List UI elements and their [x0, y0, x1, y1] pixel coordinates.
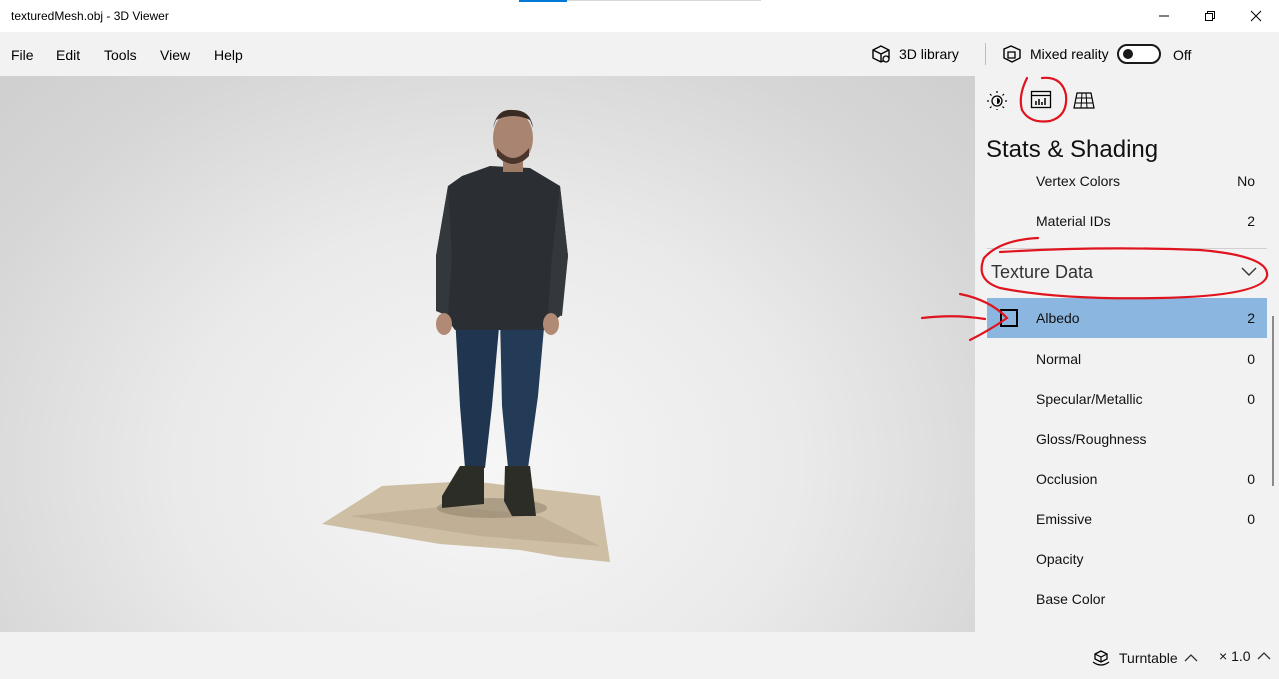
- speed-button[interactable]: × 1.0: [1219, 648, 1271, 664]
- speed-label: × 1.0: [1219, 648, 1251, 664]
- restore-icon: [1205, 11, 1215, 21]
- texture-row-opacity[interactable]: Opacity: [987, 539, 1267, 579]
- turntable-label: Turntable: [1119, 650, 1178, 666]
- 3d-model-render[interactable]: [0, 76, 975, 632]
- section-divider: [987, 248, 1267, 249]
- 3d-viewport[interactable]: [0, 76, 975, 632]
- 3d-library-button[interactable]: 3D library: [870, 42, 959, 66]
- texture-label: Emissive: [1036, 511, 1093, 527]
- stat-value: No: [1237, 173, 1255, 189]
- mixed-reality-button[interactable]: Mixed reality: [1001, 42, 1109, 66]
- stats-icon[interactable]: [1030, 90, 1054, 110]
- texture-label: Base Color: [1036, 591, 1106, 607]
- toggle-knob: [1123, 49, 1133, 59]
- mixed-reality-toggle[interactable]: [1117, 44, 1161, 64]
- grid-icon[interactable]: [1073, 90, 1097, 110]
- texture-label: Opacity: [1036, 551, 1084, 567]
- close-icon: [1250, 10, 1262, 22]
- window-title: texturedMesh.obj - 3D Viewer: [11, 9, 169, 23]
- title-bar: texturedMesh.obj - 3D Viewer: [0, 0, 1279, 32]
- texture-row-occlusion[interactable]: Occlusion 0: [987, 459, 1267, 499]
- texture-label: Specular/Metallic: [1036, 391, 1143, 407]
- texture-label: Albedo: [1036, 310, 1080, 326]
- menu-bar: File Edit Tools View Help 3D library Mix…: [0, 32, 1279, 76]
- stat-value: 2: [1247, 213, 1255, 229]
- panel-title: Stats & Shading: [986, 136, 1159, 163]
- status-bar: Turntable × 1.0: [0, 632, 1279, 679]
- title-accent: [519, 0, 567, 2]
- menu-view[interactable]: View: [160, 47, 190, 63]
- chevron-up-icon: [1257, 652, 1270, 660]
- panel-scrollbar[interactable]: [1272, 316, 1274, 486]
- texture-row-emissive[interactable]: Emissive 0: [987, 499, 1267, 539]
- texture-label: Occlusion: [1036, 471, 1098, 487]
- texture-label: Gloss/Roughness: [1036, 431, 1147, 447]
- turntable-button[interactable]: Turntable: [1091, 648, 1198, 668]
- stat-label: Vertex Colors: [1036, 173, 1121, 189]
- lighting-icon[interactable]: [986, 90, 1010, 110]
- texture-data-header[interactable]: Texture Data: [991, 262, 1093, 283]
- texture-row-base-color[interactable]: Base Color: [987, 579, 1267, 619]
- turntable-icon: [1092, 650, 1110, 666]
- toggle-state-label: Off: [1173, 47, 1192, 63]
- minimize-button[interactable]: [1141, 0, 1187, 32]
- texture-value: 0: [1247, 391, 1255, 407]
- title-divider: [567, 0, 761, 1]
- menu-edit[interactable]: Edit: [56, 47, 80, 63]
- chevron-down-icon[interactable]: [1241, 267, 1257, 277]
- stat-row-material-ids: Material IDs 2: [987, 201, 1267, 241]
- minimize-icon: [1159, 15, 1169, 17]
- texture-label: Normal: [1036, 351, 1082, 367]
- 3d-library-label: 3D library: [899, 46, 959, 62]
- texture-value: 0: [1247, 511, 1255, 527]
- texture-row-albedo[interactable]: Albedo 2: [987, 298, 1267, 338]
- mixed-reality-label: Mixed reality: [1030, 46, 1109, 62]
- cube-library-icon: [872, 45, 890, 63]
- texture-row-normal[interactable]: Normal 0: [987, 339, 1267, 379]
- albedo-checkbox[interactable]: [1000, 309, 1018, 327]
- stats-shading-panel: Stats & Shading Vertex Colors No Materia…: [975, 76, 1279, 632]
- stat-label: Material IDs: [1036, 213, 1111, 229]
- texture-value: 2: [1247, 310, 1255, 326]
- stat-row-vertex-colors: Vertex Colors No: [987, 161, 1267, 201]
- menu-help[interactable]: Help: [214, 47, 243, 63]
- toolbar-separator: [985, 43, 986, 65]
- texture-row-specular[interactable]: Specular/Metallic 0: [987, 379, 1267, 419]
- texture-value: 0: [1247, 351, 1255, 367]
- menu-tools[interactable]: Tools: [104, 47, 137, 63]
- close-button[interactable]: [1233, 0, 1279, 32]
- chevron-up-icon: [1184, 654, 1198, 662]
- texture-value: 0: [1247, 471, 1255, 487]
- restore-button[interactable]: [1187, 0, 1233, 32]
- menu-file[interactable]: File: [11, 47, 34, 63]
- mixed-reality-icon: [1003, 45, 1021, 63]
- texture-row-gloss[interactable]: Gloss/Roughness: [987, 419, 1267, 459]
